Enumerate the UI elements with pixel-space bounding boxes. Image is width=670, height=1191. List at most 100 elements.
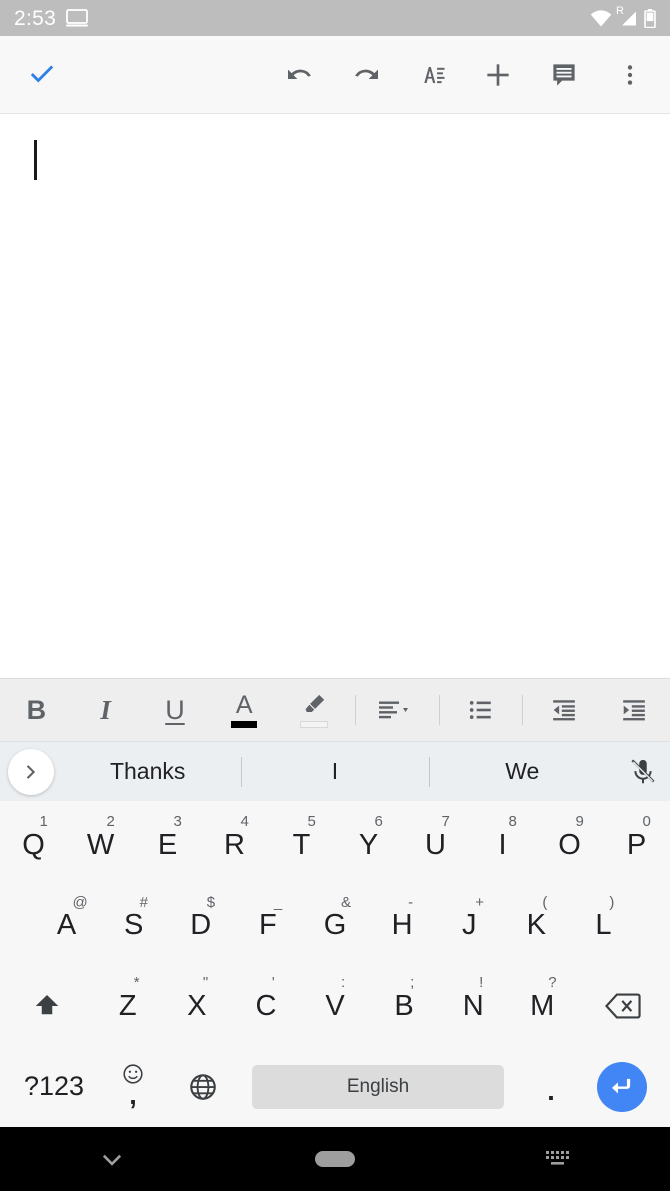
key-q[interactable]: 1 Q bbox=[0, 805, 67, 886]
text-format-button[interactable] bbox=[406, 49, 458, 101]
suggestion-item-0[interactable]: Thanks bbox=[54, 758, 241, 785]
key-r[interactable]: 4 R bbox=[201, 805, 268, 886]
highlight-button[interactable] bbox=[281, 679, 347, 742]
key-s[interactable]: # S bbox=[100, 886, 167, 967]
hide-keyboard-button[interactable] bbox=[0, 1145, 223, 1173]
language-switch-key[interactable] bbox=[168, 1047, 238, 1128]
text-color-icon: A bbox=[231, 690, 258, 728]
home-pill-icon bbox=[314, 1151, 355, 1167]
redo-button[interactable] bbox=[340, 49, 392, 101]
key-l-label: L bbox=[595, 909, 612, 942]
toolbar-actions bbox=[274, 49, 670, 101]
enter-key[interactable] bbox=[584, 1047, 660, 1128]
backspace-key[interactable] bbox=[577, 966, 670, 1047]
keyboard-switcher-button[interactable] bbox=[447, 1147, 670, 1171]
text-color-swatch bbox=[231, 720, 258, 728]
text-color-label: A bbox=[235, 690, 253, 719]
symbols-key[interactable]: ?123 bbox=[10, 1047, 98, 1128]
document-canvas[interactable] bbox=[0, 114, 670, 678]
key-l-alt: ) bbox=[609, 893, 615, 911]
keyboard-row-1: 1 Q 2 W 3 E 4 R 5 T 6 Y 7 U 8 I 9 O 0 P bbox=[0, 805, 670, 886]
suggestion-item-1[interactable]: I bbox=[241, 758, 428, 785]
highlight-swatch bbox=[299, 721, 328, 728]
keyboard-row-2: @ A # S $ D _ F & G - H + J (K) L bbox=[0, 886, 670, 967]
overflow-menu-button[interactable] bbox=[604, 49, 656, 101]
period-key[interactable]: . bbox=[518, 1047, 584, 1128]
keyboard-row-4: ?123 , English . bbox=[0, 1047, 670, 1128]
key-y[interactable]: 6 Y bbox=[335, 805, 402, 886]
more-vertical-icon bbox=[627, 64, 633, 85]
suggestion-item-2[interactable]: We bbox=[429, 758, 616, 785]
key-b-label: B bbox=[394, 989, 414, 1022]
key-e[interactable]: 3 E bbox=[134, 805, 201, 886]
bullet-list-icon bbox=[469, 701, 491, 719]
shift-key[interactable] bbox=[0, 966, 93, 1047]
key-x[interactable]: " X bbox=[162, 966, 231, 1047]
done-button[interactable] bbox=[16, 49, 68, 101]
comma-key[interactable]: , bbox=[98, 1047, 168, 1128]
decrease-indent-button[interactable] bbox=[531, 679, 597, 742]
format-divider-1 bbox=[354, 695, 356, 725]
key-z[interactable]: * Z bbox=[93, 966, 162, 1047]
key-t-alt: 5 bbox=[307, 813, 316, 830]
key-e-label: E bbox=[157, 828, 178, 861]
align-button[interactable] bbox=[364, 679, 430, 742]
key-m[interactable]: ? M bbox=[508, 966, 577, 1047]
key-j[interactable]: + J bbox=[436, 886, 503, 967]
wifi-icon bbox=[590, 9, 612, 27]
key-p[interactable]: 0 P bbox=[603, 805, 670, 886]
battery-icon bbox=[644, 8, 656, 28]
decrease-indent-icon bbox=[553, 700, 576, 721]
underline-button[interactable]: U bbox=[142, 679, 208, 742]
key-p-label: P bbox=[626, 828, 647, 861]
key-n[interactable]: ! N bbox=[439, 966, 508, 1047]
bullet-list-button[interactable] bbox=[448, 679, 514, 742]
key-d[interactable]: $ D bbox=[167, 886, 234, 967]
key-c[interactable]: ' C bbox=[231, 966, 300, 1047]
comment-button[interactable] bbox=[538, 49, 590, 101]
enter-arrow-icon bbox=[611, 1078, 631, 1094]
undo-icon bbox=[288, 69, 311, 79]
key-t[interactable]: 5 T bbox=[268, 805, 335, 886]
key-j-alt: + bbox=[475, 893, 484, 911]
key-w-alt: 2 bbox=[106, 813, 115, 830]
voice-input-button[interactable] bbox=[616, 742, 670, 802]
key-g[interactable]: & G bbox=[301, 886, 368, 967]
space-key[interactable]: English bbox=[252, 1064, 504, 1109]
home-button[interactable] bbox=[223, 1151, 446, 1167]
key-w[interactable]: 2 W bbox=[67, 805, 134, 886]
key-v[interactable]: : V bbox=[300, 966, 369, 1047]
expand-suggestions-button[interactable] bbox=[8, 748, 54, 795]
key-a[interactable]: @ A bbox=[33, 886, 100, 967]
key-l[interactable]: ) L bbox=[570, 886, 637, 967]
cast-screen-icon bbox=[66, 9, 89, 27]
key-b[interactable]: ; B bbox=[370, 966, 439, 1047]
key-d-label: D bbox=[190, 909, 212, 942]
microphone-muted-icon bbox=[631, 758, 655, 783]
key-h[interactable]: - H bbox=[369, 886, 436, 967]
key-y-label: Y bbox=[358, 828, 379, 861]
text-color-button[interactable]: A bbox=[211, 679, 277, 742]
undo-button[interactable] bbox=[274, 49, 326, 101]
format-divider-3 bbox=[522, 695, 524, 725]
emoji-icon bbox=[122, 1063, 144, 1090]
italic-button[interactable]: I bbox=[73, 679, 139, 742]
key-o[interactable]: 9 O bbox=[536, 805, 603, 886]
format-toolbar: B I U A bbox=[0, 678, 670, 741]
increase-indent-button[interactable] bbox=[601, 679, 667, 742]
key-k-label: K bbox=[526, 909, 546, 942]
key-i-label: I bbox=[498, 828, 507, 861]
chevron-down-icon bbox=[102, 1154, 121, 1166]
key-f-label: F bbox=[259, 909, 277, 942]
insert-button[interactable] bbox=[472, 49, 524, 101]
key-a-label: A bbox=[56, 909, 77, 942]
chevron-right-icon bbox=[26, 764, 36, 779]
key-i[interactable]: 8 I bbox=[469, 805, 536, 886]
globe-icon bbox=[190, 1073, 216, 1100]
key-u[interactable]: 7 U bbox=[402, 805, 469, 886]
key-x-alt: " bbox=[202, 974, 209, 991]
key-k[interactable]: ( K bbox=[503, 886, 570, 967]
key-f[interactable]: _ F bbox=[234, 886, 301, 967]
key-d-alt: $ bbox=[206, 893, 216, 911]
bold-button[interactable]: B bbox=[3, 679, 69, 742]
